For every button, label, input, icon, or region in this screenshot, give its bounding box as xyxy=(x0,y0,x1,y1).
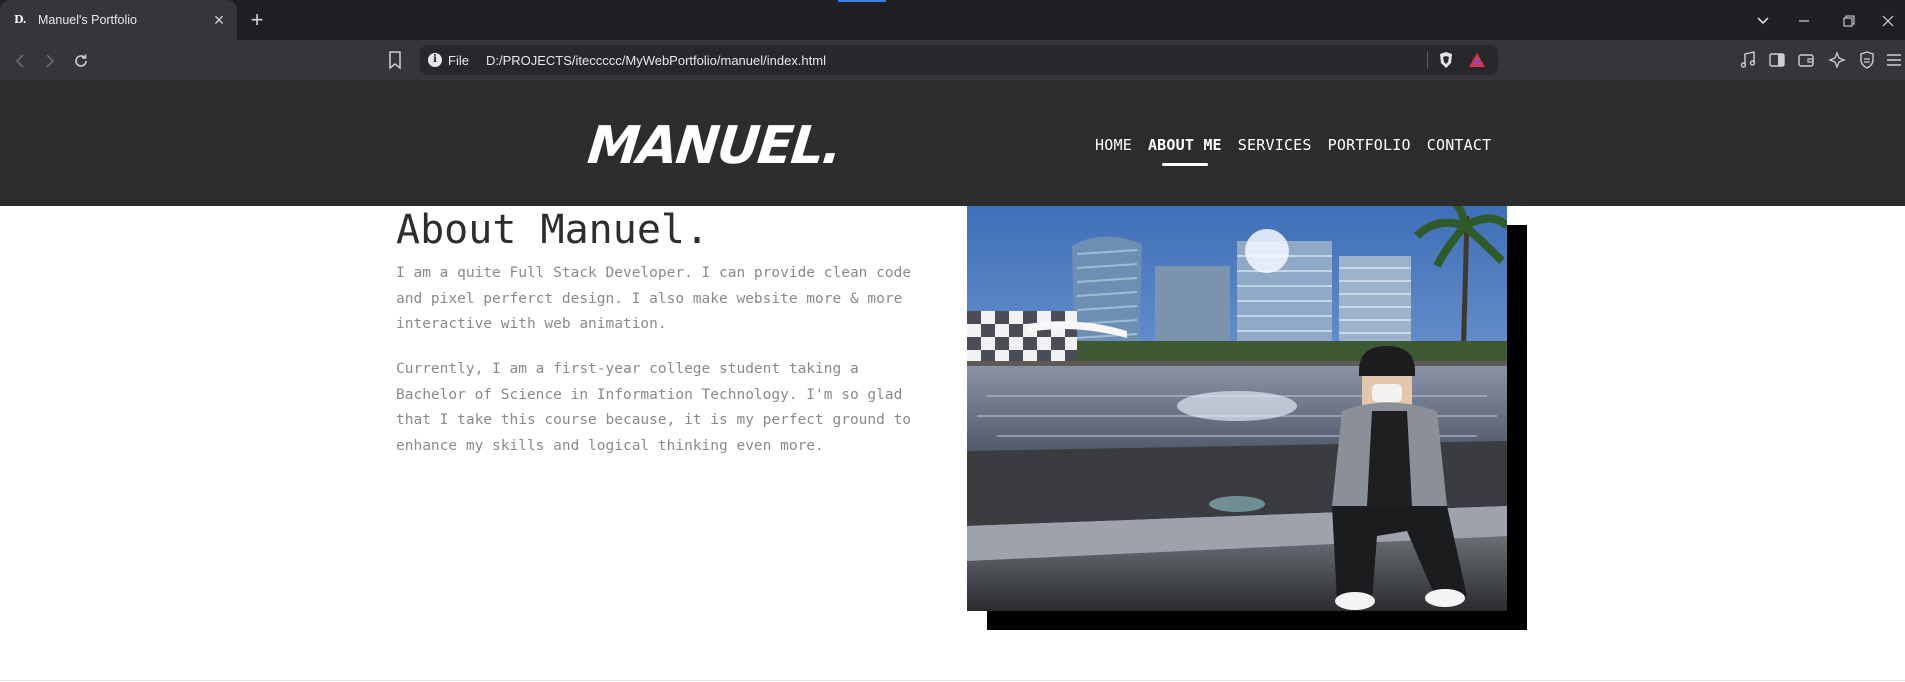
tab-search-button[interactable] xyxy=(1740,0,1786,40)
info-icon[interactable]: i xyxy=(428,53,442,67)
nav-services[interactable]: SERVICES xyxy=(1238,135,1312,155)
brave-rewards-icon[interactable] xyxy=(1468,52,1486,68)
close-window-button[interactable] xyxy=(1865,0,1905,40)
favicon-icon: D. xyxy=(14,13,26,26)
close-icon xyxy=(1882,15,1894,27)
nav-about-me[interactable]: ABOUT ME xyxy=(1148,135,1222,166)
separator xyxy=(1427,51,1428,69)
tab-active[interactable]: D. Manuel's Portfolio × xyxy=(0,0,237,40)
nav-portfolio[interactable]: PORTFOLIO xyxy=(1328,135,1411,155)
tab-title: Manuel's Portfolio xyxy=(38,13,137,27)
bookmark-icon xyxy=(389,51,401,70)
new-tab-button[interactable]: + xyxy=(244,8,270,34)
about-paragraph-1: I am a quite Full Stack Developer. I can… xyxy=(396,265,912,333)
bookmark-button[interactable] xyxy=(384,49,406,71)
leo-ai-icon[interactable] xyxy=(1827,50,1847,70)
sidebar-icon[interactable] xyxy=(1767,50,1787,70)
nav-contact[interactable]: CONTACT xyxy=(1427,135,1492,155)
media-control-icon[interactable] xyxy=(1738,50,1758,70)
tab-close-icon[interactable]: × xyxy=(209,10,229,30)
browser-toolbar: i File D:/PROJECTS/iteccccc/MyWebPortfol… xyxy=(0,40,1905,80)
reload-icon xyxy=(75,54,87,67)
forward-arrow-icon xyxy=(46,54,55,68)
url-text[interactable]: D:/PROJECTS/iteccccc/MyWebPortfolio/manu… xyxy=(486,53,1427,68)
brave-shields-icon[interactable] xyxy=(1438,51,1454,69)
drag-indicator xyxy=(838,0,886,2)
about-title: About Manuel. xyxy=(396,207,710,253)
forward-button[interactable] xyxy=(38,48,62,72)
minimize-icon xyxy=(1799,20,1809,22)
nav-home[interactable]: HOME xyxy=(1095,135,1132,155)
main-nav: HOME ABOUT ME SERVICES PORTFOLIO CONTACT xyxy=(1095,135,1507,166)
tab-strip: D. Manuel's Portfolio × + xyxy=(0,0,1905,40)
back-button[interactable] xyxy=(8,48,32,72)
about-paragraph-2: Currently, I am a first-year college stu… xyxy=(396,361,912,454)
address-bar[interactable]: i File D:/PROJECTS/iteccccc/MyWebPortfol… xyxy=(420,45,1498,75)
restore-icon xyxy=(1843,15,1855,27)
back-arrow-icon xyxy=(15,54,24,68)
vpn-shield-icon[interactable] xyxy=(1857,50,1877,70)
reload-button[interactable] xyxy=(69,48,93,72)
scheme-label: File xyxy=(448,52,469,68)
minimize-button[interactable] xyxy=(1781,0,1827,40)
chevron-down-icon xyxy=(1757,17,1769,25)
profile-photo xyxy=(967,206,1507,611)
menu-icon[interactable] xyxy=(1884,50,1904,70)
section-divider xyxy=(0,680,1905,681)
site-logo[interactable]: MANUEL. xyxy=(585,116,843,176)
wallet-icon[interactable] xyxy=(1796,50,1816,70)
site-header: MANUEL. HOME ABOUT ME SERVICES PORTFOLIO… xyxy=(0,80,1905,206)
